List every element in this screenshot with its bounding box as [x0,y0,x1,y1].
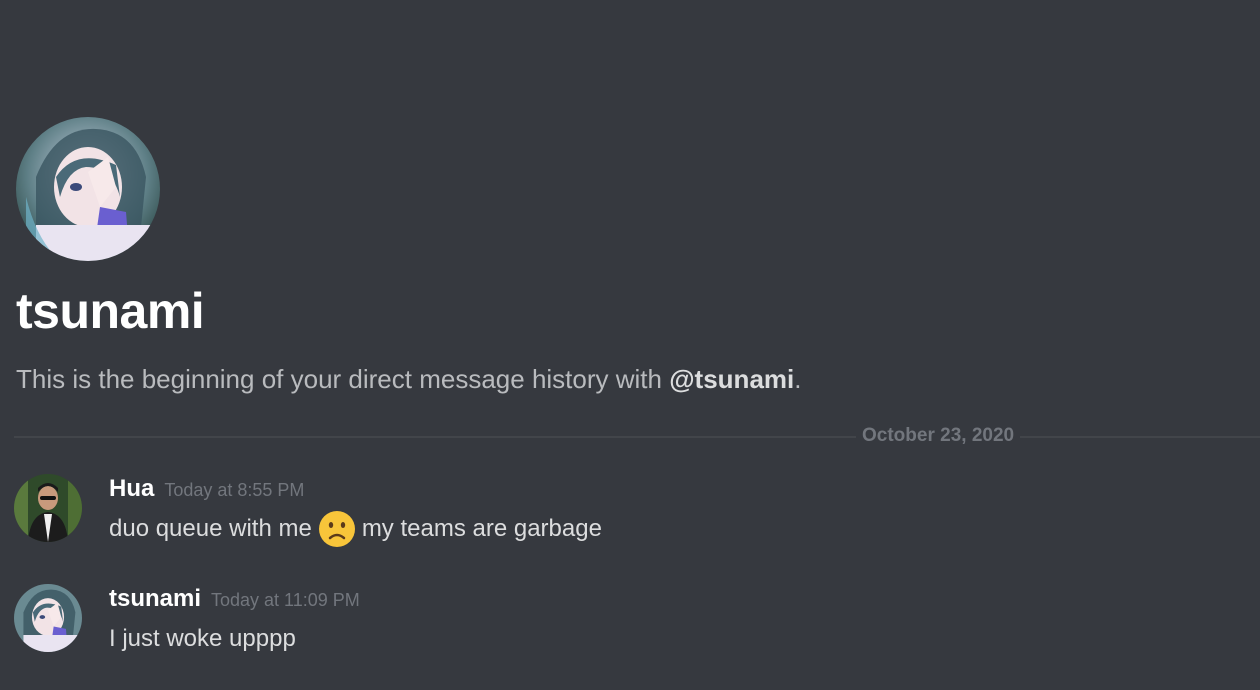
tsunami-avatar[interactable] [14,584,82,652]
message-content: duo queue with me my teams are garbage [109,510,602,548]
profile-avatar[interactable] [16,117,160,261]
tsunami-avatar-image [16,117,160,261]
hua-avatar-image [14,474,82,542]
message-text-after: my teams are garbage [361,515,602,542]
message-username[interactable]: tsunami [109,585,201,612]
message-header: tsunami Today at 11:09 PM [109,584,360,615]
message-header: Hua Today at 8:55 PM [109,474,304,505]
user-mention[interactable]: @tsunami [669,364,794,394]
frowning-face-icon [318,511,355,547]
intro-text: This is the beginning of your direct mes… [16,364,670,394]
hua-avatar[interactable] [14,474,82,542]
message-timestamp[interactable]: Today at 11:09 PM [211,590,360,610]
message-text-before: duo queue with me [109,515,312,542]
frowning-face-emoji[interactable] [318,510,356,548]
page-title: tsunami [16,283,205,339]
intro-suffix: . [794,364,802,394]
dm-intro-text: This is the beginning of your direct mes… [16,362,801,396]
date-divider: October 23, 2020 [14,424,1260,448]
tsunami-avatar-small-image [14,584,82,652]
message-text: I just woke upppp [109,625,296,652]
dm-channel: tsunami This is the beginning of your di… [0,0,1260,690]
message-timestamp[interactable]: Today at 8:55 PM [164,480,304,500]
message-content: I just woke upppp [109,622,296,656]
message-username[interactable]: Hua [109,475,154,502]
date-divider-label: October 23, 2020 [856,424,1021,448]
